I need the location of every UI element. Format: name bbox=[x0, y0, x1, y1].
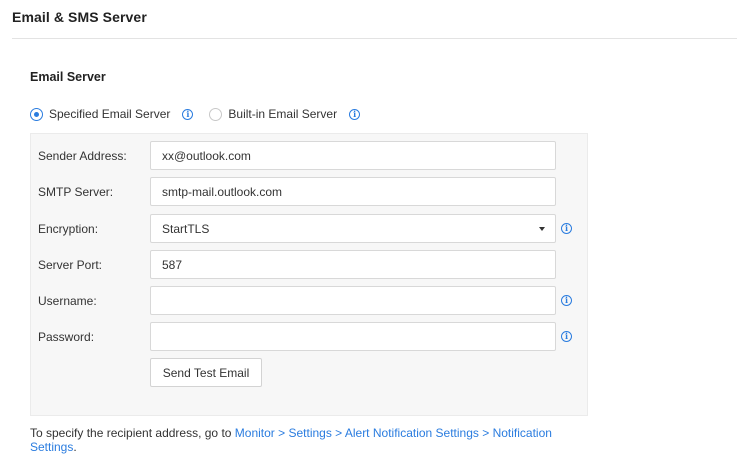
recipient-address-note: To specify the recipient address, go to … bbox=[30, 426, 590, 454]
server-type-radio-group: Specified Email Server i Built-in Email … bbox=[30, 106, 361, 122]
radio-label-built-in-email-server[interactable]: Built-in Email Server bbox=[228, 107, 337, 121]
encryption-label: Encryption: bbox=[38, 222, 99, 236]
section-title-email-server: Email Server bbox=[30, 70, 106, 84]
form-row-username: Username: i bbox=[31, 286, 587, 316]
sender-address-label: Sender Address: bbox=[38, 149, 127, 163]
username-label: Username: bbox=[38, 294, 97, 308]
recipient-note-period: . bbox=[73, 440, 77, 454]
info-icon[interactable]: i bbox=[349, 108, 361, 120]
encryption-selected-value: StartTLS bbox=[162, 222, 210, 236]
email-server-settings-panel: Sender Address: SMTP Server: Encryption:… bbox=[30, 133, 588, 416]
title-divider bbox=[12, 38, 737, 39]
form-row-server-port: Server Port: bbox=[31, 250, 587, 280]
info-icon[interactable]: i bbox=[182, 108, 194, 120]
info-icon[interactable]: i bbox=[561, 331, 572, 342]
encryption-select[interactable]: StartTLS bbox=[150, 214, 556, 243]
form-row-password: Password: i bbox=[31, 322, 587, 352]
smtp-server-label: SMTP Server: bbox=[38, 185, 114, 199]
smtp-server-input[interactable] bbox=[150, 177, 556, 206]
form-row-encryption: Encryption: StartTLS i bbox=[31, 214, 587, 244]
caret-down-icon bbox=[539, 227, 545, 231]
info-icon[interactable]: i bbox=[561, 295, 572, 306]
username-input[interactable] bbox=[150, 286, 556, 315]
radio-specified-email-server[interactable] bbox=[30, 107, 43, 121]
send-test-email-button[interactable]: Send Test Email bbox=[150, 358, 262, 387]
recipient-note-text: To specify the recipient address, go to bbox=[30, 426, 235, 440]
password-input[interactable] bbox=[150, 322, 556, 351]
info-icon[interactable]: i bbox=[561, 223, 572, 234]
server-port-label: Server Port: bbox=[38, 258, 103, 272]
sender-address-input[interactable] bbox=[150, 141, 556, 170]
radio-label-specified-email-server[interactable]: Specified Email Server bbox=[49, 107, 170, 121]
form-row-sender-address: Sender Address: bbox=[31, 141, 587, 171]
radio-built-in-email-server[interactable] bbox=[209, 107, 223, 121]
password-label: Password: bbox=[38, 330, 95, 344]
server-port-input[interactable] bbox=[150, 250, 556, 279]
page-title: Email & SMS Server bbox=[12, 9, 147, 25]
form-row-smtp-server: SMTP Server: bbox=[31, 177, 587, 207]
